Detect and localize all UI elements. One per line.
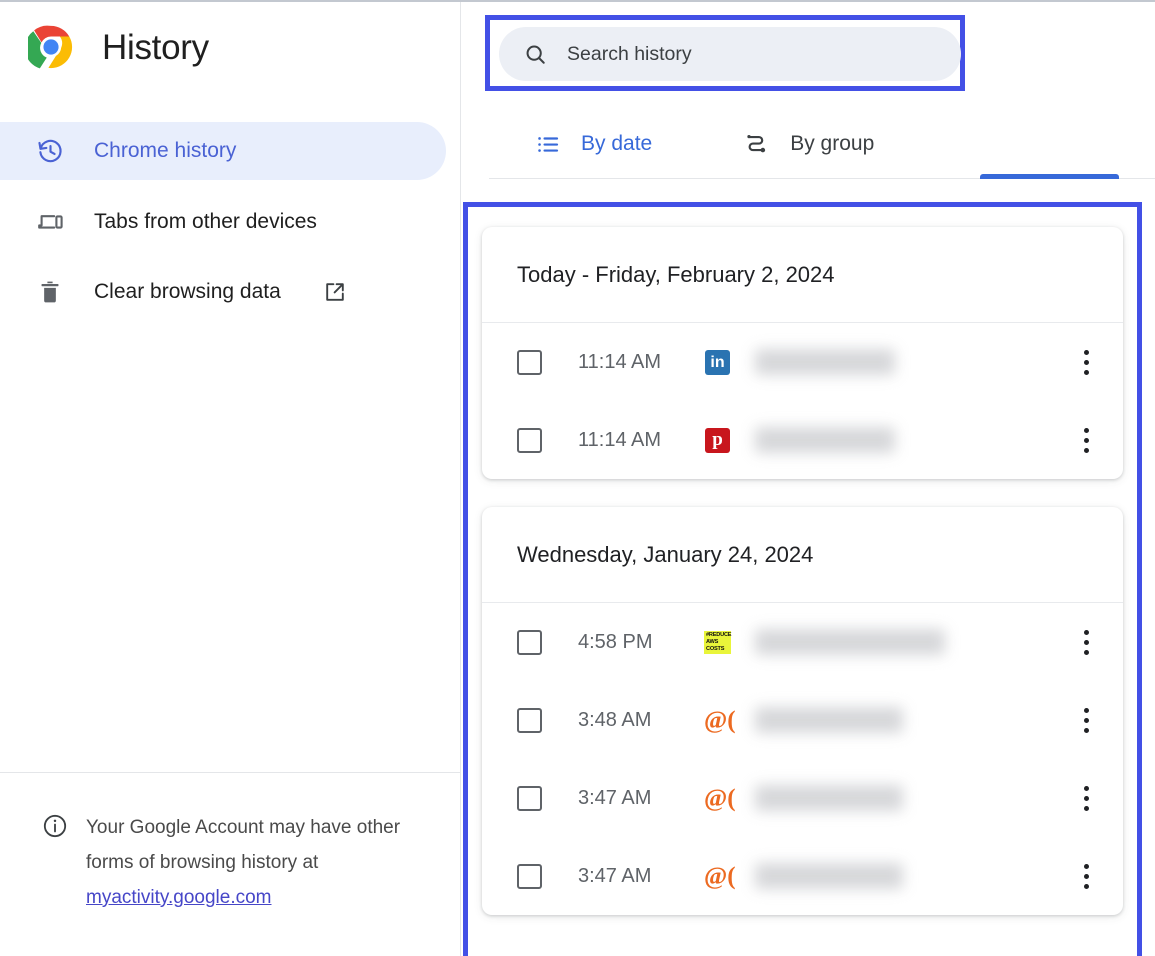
search-highlight-box: [485, 15, 965, 91]
tab-active-indicator: [980, 174, 1119, 179]
history-row[interactable]: 4:58 PM #REDUCE AWS COSTS: [482, 603, 1123, 681]
main-content: By date By group: [461, 2, 1155, 956]
history-row[interactable]: 3:48 AM @(: [482, 681, 1123, 759]
favicon-glyph: in: [705, 349, 730, 375]
info-icon: [43, 814, 67, 838]
search-field[interactable]: [499, 27, 961, 81]
devices-icon: [36, 208, 64, 236]
search-input[interactable]: [567, 42, 947, 66]
row-checkbox[interactable]: [517, 629, 542, 655]
tab-by-date[interactable]: By date: [519, 114, 668, 174]
history-card-header: Today - Friday, February 2, 2024: [482, 227, 1123, 323]
favicon-glyph: p: [705, 427, 730, 453]
history-card: Wednesday, January 24, 2024 4:58 PM #RED…: [482, 507, 1123, 915]
sidebar: History Chrome history Tabs from other d…: [0, 2, 461, 956]
row-time: 11:14 AM: [578, 428, 662, 451]
myactivity-link[interactable]: myactivity.google.com: [86, 887, 272, 908]
more-vertical-icon[interactable]: [1071, 343, 1101, 381]
row-title-redacted: [755, 629, 945, 655]
sidebar-item-tabs-from-other-devices[interactable]: Tabs from other devices: [0, 193, 446, 251]
history-date-heading: Today - Friday, February 2, 2024: [517, 261, 835, 287]
tab-label: By date: [581, 132, 653, 155]
sidebar-footer-text: Your Google Account may have other forms…: [86, 810, 442, 915]
tab-label: By group: [790, 132, 875, 155]
reduce-aws-costs-favicon: #REDUCE AWS COSTS: [704, 629, 732, 656]
row-title-redacted: [755, 349, 895, 375]
row-title-redacted: [755, 785, 903, 811]
row-title-redacted: [755, 427, 895, 453]
page-title: History: [102, 27, 209, 67]
history-list-highlight-box: Today - Friday, February 2, 2024 11:14 A…: [463, 202, 1142, 956]
row-checkbox[interactable]: [517, 863, 542, 889]
at-paren-favicon: @(: [704, 862, 736, 890]
sidebar-footer-text-body: Your Google Account may have other forms…: [86, 817, 401, 873]
trash-icon: [36, 278, 64, 306]
history-date-heading: Wednesday, January 24, 2024: [517, 541, 814, 567]
row-time: 4:58 PM: [578, 630, 653, 653]
row-time: 11:14 AM: [578, 350, 662, 373]
sidebar-item-clear-browsing-data[interactable]: Clear browsing data: [0, 263, 446, 321]
row-checkbox[interactable]: [517, 707, 542, 733]
journey-icon: [744, 131, 770, 157]
row-checkbox[interactable]: [517, 349, 542, 375]
sidebar-item-chrome-history[interactable]: Chrome history: [0, 122, 446, 180]
sidebar-footer: Your Google Account may have other forms…: [42, 810, 442, 915]
search-icon: [526, 45, 545, 64]
sidebar-item-label: Clear browsing data: [94, 280, 281, 303]
row-time: 3:47 AM: [578, 864, 652, 887]
row-checkbox[interactable]: [517, 785, 542, 811]
history-row[interactable]: 11:14 AM p: [482, 401, 1123, 479]
favicon-glyph: @(: [704, 706, 736, 734]
row-time: 3:48 AM: [578, 708, 652, 731]
sidebar-divider: [0, 772, 461, 773]
history-view-tabs: By date By group: [519, 114, 890, 174]
more-vertical-icon[interactable]: [1071, 779, 1101, 817]
history-page: History Chrome history Tabs from other d…: [0, 0, 1155, 956]
sidebar-item-label: Tabs from other devices: [94, 210, 317, 233]
history-clock-icon: [36, 137, 64, 165]
row-time: 3:47 AM: [578, 786, 652, 809]
history-list[interactable]: Today - Friday, February 2, 2024 11:14 A…: [468, 207, 1137, 956]
at-paren-favicon: @(: [704, 706, 736, 734]
at-paren-favicon: @(: [704, 784, 736, 812]
sidebar-item-label: Chrome history: [94, 139, 237, 162]
favicon-glyph: @(: [704, 784, 736, 812]
more-vertical-icon[interactable]: [1071, 623, 1101, 661]
row-title-redacted: [755, 707, 903, 733]
history-row[interactable]: 3:47 AM @(: [482, 837, 1123, 915]
chrome-logo-icon: [28, 25, 73, 69]
p-red-favicon: p: [704, 427, 731, 454]
more-vertical-icon[interactable]: [1071, 701, 1101, 739]
brand: History: [28, 24, 209, 70]
history-card-header: Wednesday, January 24, 2024: [482, 507, 1123, 603]
row-title-redacted: [755, 863, 903, 889]
history-row[interactable]: 11:14 AM in: [482, 323, 1123, 401]
history-row[interactable]: 3:47 AM @(: [482, 759, 1123, 837]
linkedin-favicon: in: [704, 349, 731, 376]
favicon-glyph: @(: [704, 862, 736, 890]
external-link-icon: [326, 283, 344, 301]
more-vertical-icon[interactable]: [1071, 857, 1101, 895]
history-card: Today - Friday, February 2, 2024 11:14 A…: [482, 227, 1123, 479]
list-icon: [535, 131, 561, 157]
tab-by-group[interactable]: By group: [728, 114, 890, 174]
favicon-glyph: #REDUCE AWS COSTS: [704, 630, 732, 654]
row-checkbox[interactable]: [517, 427, 542, 453]
more-vertical-icon[interactable]: [1071, 421, 1101, 459]
